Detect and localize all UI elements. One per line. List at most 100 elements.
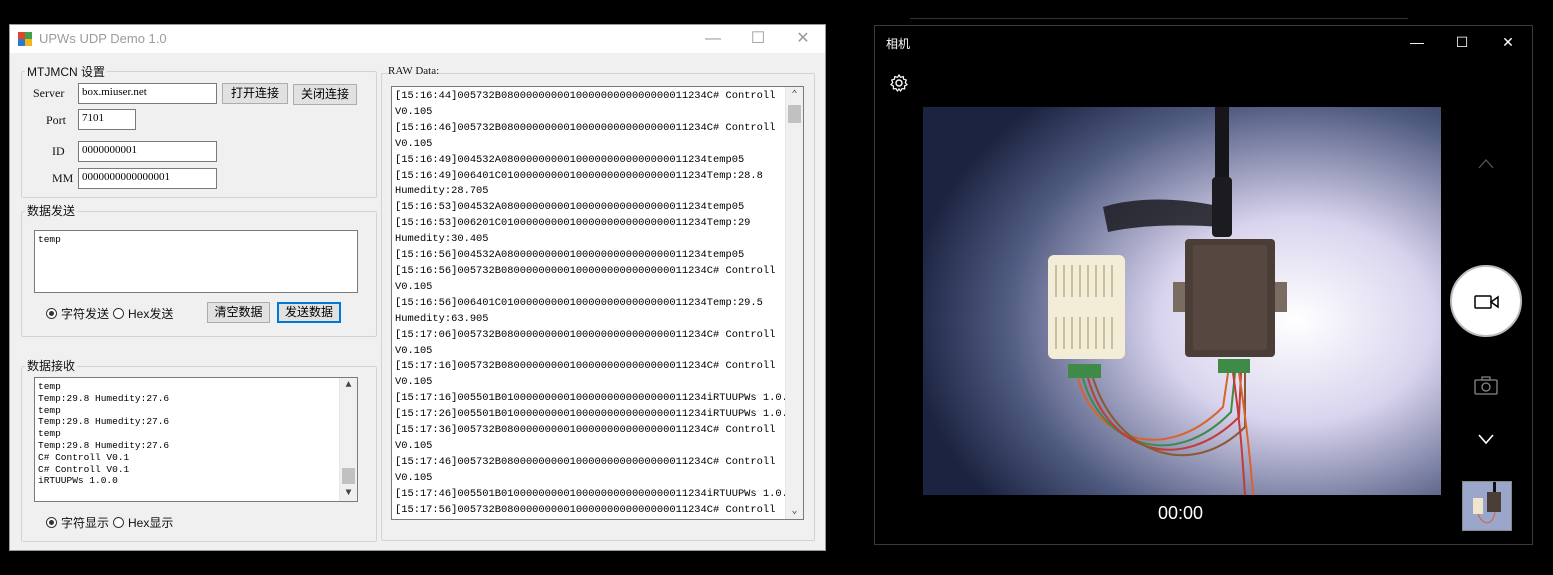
raw-data-line: [15:16:56]005732B08000000000100000000000… bbox=[395, 264, 776, 277]
send-char-radio[interactable]: 字符发送 bbox=[46, 305, 109, 322]
recording-timer: 00:00 bbox=[1158, 503, 1204, 523]
raw-data-line: Humedity:30.405 bbox=[395, 233, 489, 246]
receive-line: temp bbox=[38, 428, 61, 440]
chevron-up-icon[interactable] bbox=[1478, 157, 1494, 169]
receive-line: Temp:29.8 Humedity:27.6 bbox=[38, 392, 170, 404]
raw-data-line: [15:17:06]005732B08000000000100000000000… bbox=[395, 328, 776, 341]
camera-title: 相机 bbox=[886, 37, 911, 51]
raw-data-line: V0.105 bbox=[395, 280, 433, 293]
scroll-up-icon[interactable]: ▲ bbox=[340, 380, 357, 391]
raw-data-label: RAW Data: bbox=[388, 65, 440, 77]
open-connection-button[interactable]: 打开连接 bbox=[222, 83, 288, 104]
receive-textarea[interactable]: temp Temp:29.8 Humedity:27.6 temp Temp:29.8… bbox=[34, 377, 358, 502]
send-group-label: 数据发送 bbox=[25, 202, 78, 219]
raw-lines: [15:16:44]005732B08000000000100000000000… bbox=[395, 89, 804, 518]
id-input[interactable]: 0000000001 bbox=[78, 141, 217, 162]
receive-line: Temp:29.8 Humedity:27.6 bbox=[38, 416, 170, 428]
raw-data-line: V0.105 bbox=[395, 471, 433, 484]
server-input[interactable]: box.miuser.net bbox=[78, 83, 217, 104]
maximize-button[interactable]: ☐ bbox=[1442, 30, 1482, 54]
title-bar[interactable]: UPWs UDP Demo 1.0 — ☐ ✕ bbox=[10, 25, 825, 53]
raw-data-line: [15:17:16]005732B08000000000100000000000… bbox=[395, 360, 776, 373]
raw-data-line: [15:17:56]005732B08000000000100000000000… bbox=[395, 503, 776, 516]
recv-char-radio[interactable]: 字符显示 bbox=[46, 514, 109, 531]
raw-data-line: [15:16:53]006201C01000000000100000000000… bbox=[395, 217, 751, 230]
raw-data-line: [15:16:49]004532A08000000000100000000000… bbox=[395, 153, 745, 166]
raw-data-line: [15:17:26]005501B01000000000100000000000… bbox=[395, 408, 804, 421]
photo-camera-icon[interactable] bbox=[1474, 376, 1498, 396]
last-capture-thumbnail[interactable] bbox=[1462, 481, 1512, 531]
raw-scrollbar[interactable]: ⌃ ⌄ bbox=[785, 87, 803, 519]
send-data-button[interactable]: 发送数据 bbox=[277, 302, 341, 323]
radio-unselected-icon bbox=[113, 308, 124, 319]
receive-line: C# Controll V0.1 bbox=[38, 451, 130, 463]
server-label: Server bbox=[33, 86, 65, 100]
raw-data-line: Humedity:63.905 bbox=[395, 312, 489, 325]
receive-group-label: 数据接收 bbox=[25, 357, 78, 374]
clear-data-button[interactable]: 清空数据 bbox=[207, 302, 270, 323]
send-hex-radio[interactable]: Hex发送 bbox=[113, 305, 173, 322]
id-label: ID bbox=[52, 144, 65, 158]
thumbnail-image bbox=[1463, 482, 1511, 530]
raw-data-line: [15:17:36]005732B08000000000100000000000… bbox=[395, 424, 776, 437]
window-title: UPWs UDP Demo 1.0 bbox=[39, 31, 167, 46]
close-button[interactable]: ✕ bbox=[781, 25, 825, 53]
raw-data-line: V0.105 bbox=[395, 137, 433, 150]
receive-line: temp bbox=[38, 404, 61, 416]
receive-scrollbar[interactable]: ▲ ▼ bbox=[339, 378, 357, 501]
port-input[interactable]: 7101 bbox=[78, 109, 136, 130]
raw-data-line: [15:16:46]005732B08000000000100000000000… bbox=[395, 121, 776, 134]
minimize-button[interactable]: — bbox=[691, 25, 735, 53]
settings-gear-icon[interactable] bbox=[889, 73, 909, 93]
receive-lines: temp Temp:29.8 Humedity:27.6 temp Temp:29.8… bbox=[38, 381, 337, 487]
scroll-thumb[interactable] bbox=[788, 105, 801, 123]
radio-unselected-icon bbox=[113, 517, 124, 528]
port-label: Port bbox=[46, 113, 67, 127]
recv-hex-label: Hex显示 bbox=[128, 516, 174, 530]
minimize-button[interactable]: — bbox=[1397, 30, 1437, 54]
scroll-up-icon[interactable]: ⌃ bbox=[786, 89, 803, 101]
scroll-down-icon[interactable]: ▼ bbox=[340, 488, 357, 499]
app-icon bbox=[18, 32, 32, 46]
radio-selected-icon bbox=[46, 517, 57, 528]
chevron-down-icon[interactable] bbox=[1478, 433, 1494, 445]
raw-data-textarea[interactable]: [15:16:44]005732B08000000000100000000000… bbox=[391, 86, 804, 520]
raw-data-line: V0.105 bbox=[395, 439, 433, 452]
raw-data-line: [15:16:49]006401C01000000000100000000000… bbox=[395, 169, 763, 182]
radio-selected-icon bbox=[46, 308, 57, 319]
raw-data-line: [15:16:56]004532A08000000000100000000000… bbox=[395, 249, 745, 262]
raw-data-line: Humedity:28.705 bbox=[395, 185, 489, 198]
raw-data-line: [15:17:46]005732B08000000000100000000000… bbox=[395, 455, 776, 468]
record-video-button[interactable] bbox=[1450, 265, 1522, 337]
raw-data-line: [15:16:53]004532A08000000000100000000000… bbox=[395, 201, 745, 214]
video-camera-icon bbox=[1474, 295, 1499, 309]
raw-data-line: [15:17:46]005501B01000000000100000000000… bbox=[395, 487, 804, 500]
close-button[interactable]: ✕ bbox=[1488, 30, 1528, 54]
raw-data-line: [15:16:56]006401C01000000000100000000000… bbox=[395, 296, 763, 309]
receive-line: C# Controll V0.1 bbox=[38, 463, 130, 475]
maximize-button[interactable]: ☐ bbox=[736, 25, 780, 53]
scroll-thumb[interactable] bbox=[342, 468, 355, 484]
raw-data-line: V0.105 bbox=[395, 105, 433, 118]
send-textarea[interactable]: temp bbox=[34, 230, 358, 293]
send-hex-label: Hex发送 bbox=[128, 307, 174, 321]
recv-char-label: 字符显示 bbox=[61, 516, 110, 530]
settings-group-label: MTJMCN 设置 bbox=[25, 63, 107, 80]
raw-data-line: V0.105 bbox=[395, 344, 433, 357]
camera-window: 相机 — ☐ ✕ 00:00 bbox=[874, 25, 1533, 545]
receive-line: Temp:29.8 Humedity:27.6 bbox=[38, 439, 170, 451]
background-window-edge bbox=[910, 18, 1408, 19]
raw-data-line: V0.105 bbox=[395, 376, 433, 389]
receive-line: iRTUUPWs 1.0.0 bbox=[38, 475, 118, 487]
mm-label: MM bbox=[52, 171, 74, 185]
receive-line: temp bbox=[38, 381, 61, 392]
close-connection-button[interactable]: 关闭连接 bbox=[293, 84, 357, 105]
raw-data-line: [15:16:44]005732B08000000000100000000000… bbox=[395, 90, 776, 102]
send-text: temp bbox=[38, 234, 61, 245]
udp-demo-window: UPWs UDP Demo 1.0 — ☐ ✕ MTJMCN 设置 Server… bbox=[9, 24, 826, 551]
send-char-label: 字符发送 bbox=[61, 307, 110, 321]
recv-hex-radio[interactable]: Hex显示 bbox=[113, 514, 173, 531]
mm-input[interactable]: 0000000000000001 bbox=[78, 168, 217, 189]
raw-data-line: [15:17:16]005501B01000000000100000000000… bbox=[395, 392, 804, 405]
scroll-down-icon[interactable]: ⌄ bbox=[786, 505, 803, 517]
